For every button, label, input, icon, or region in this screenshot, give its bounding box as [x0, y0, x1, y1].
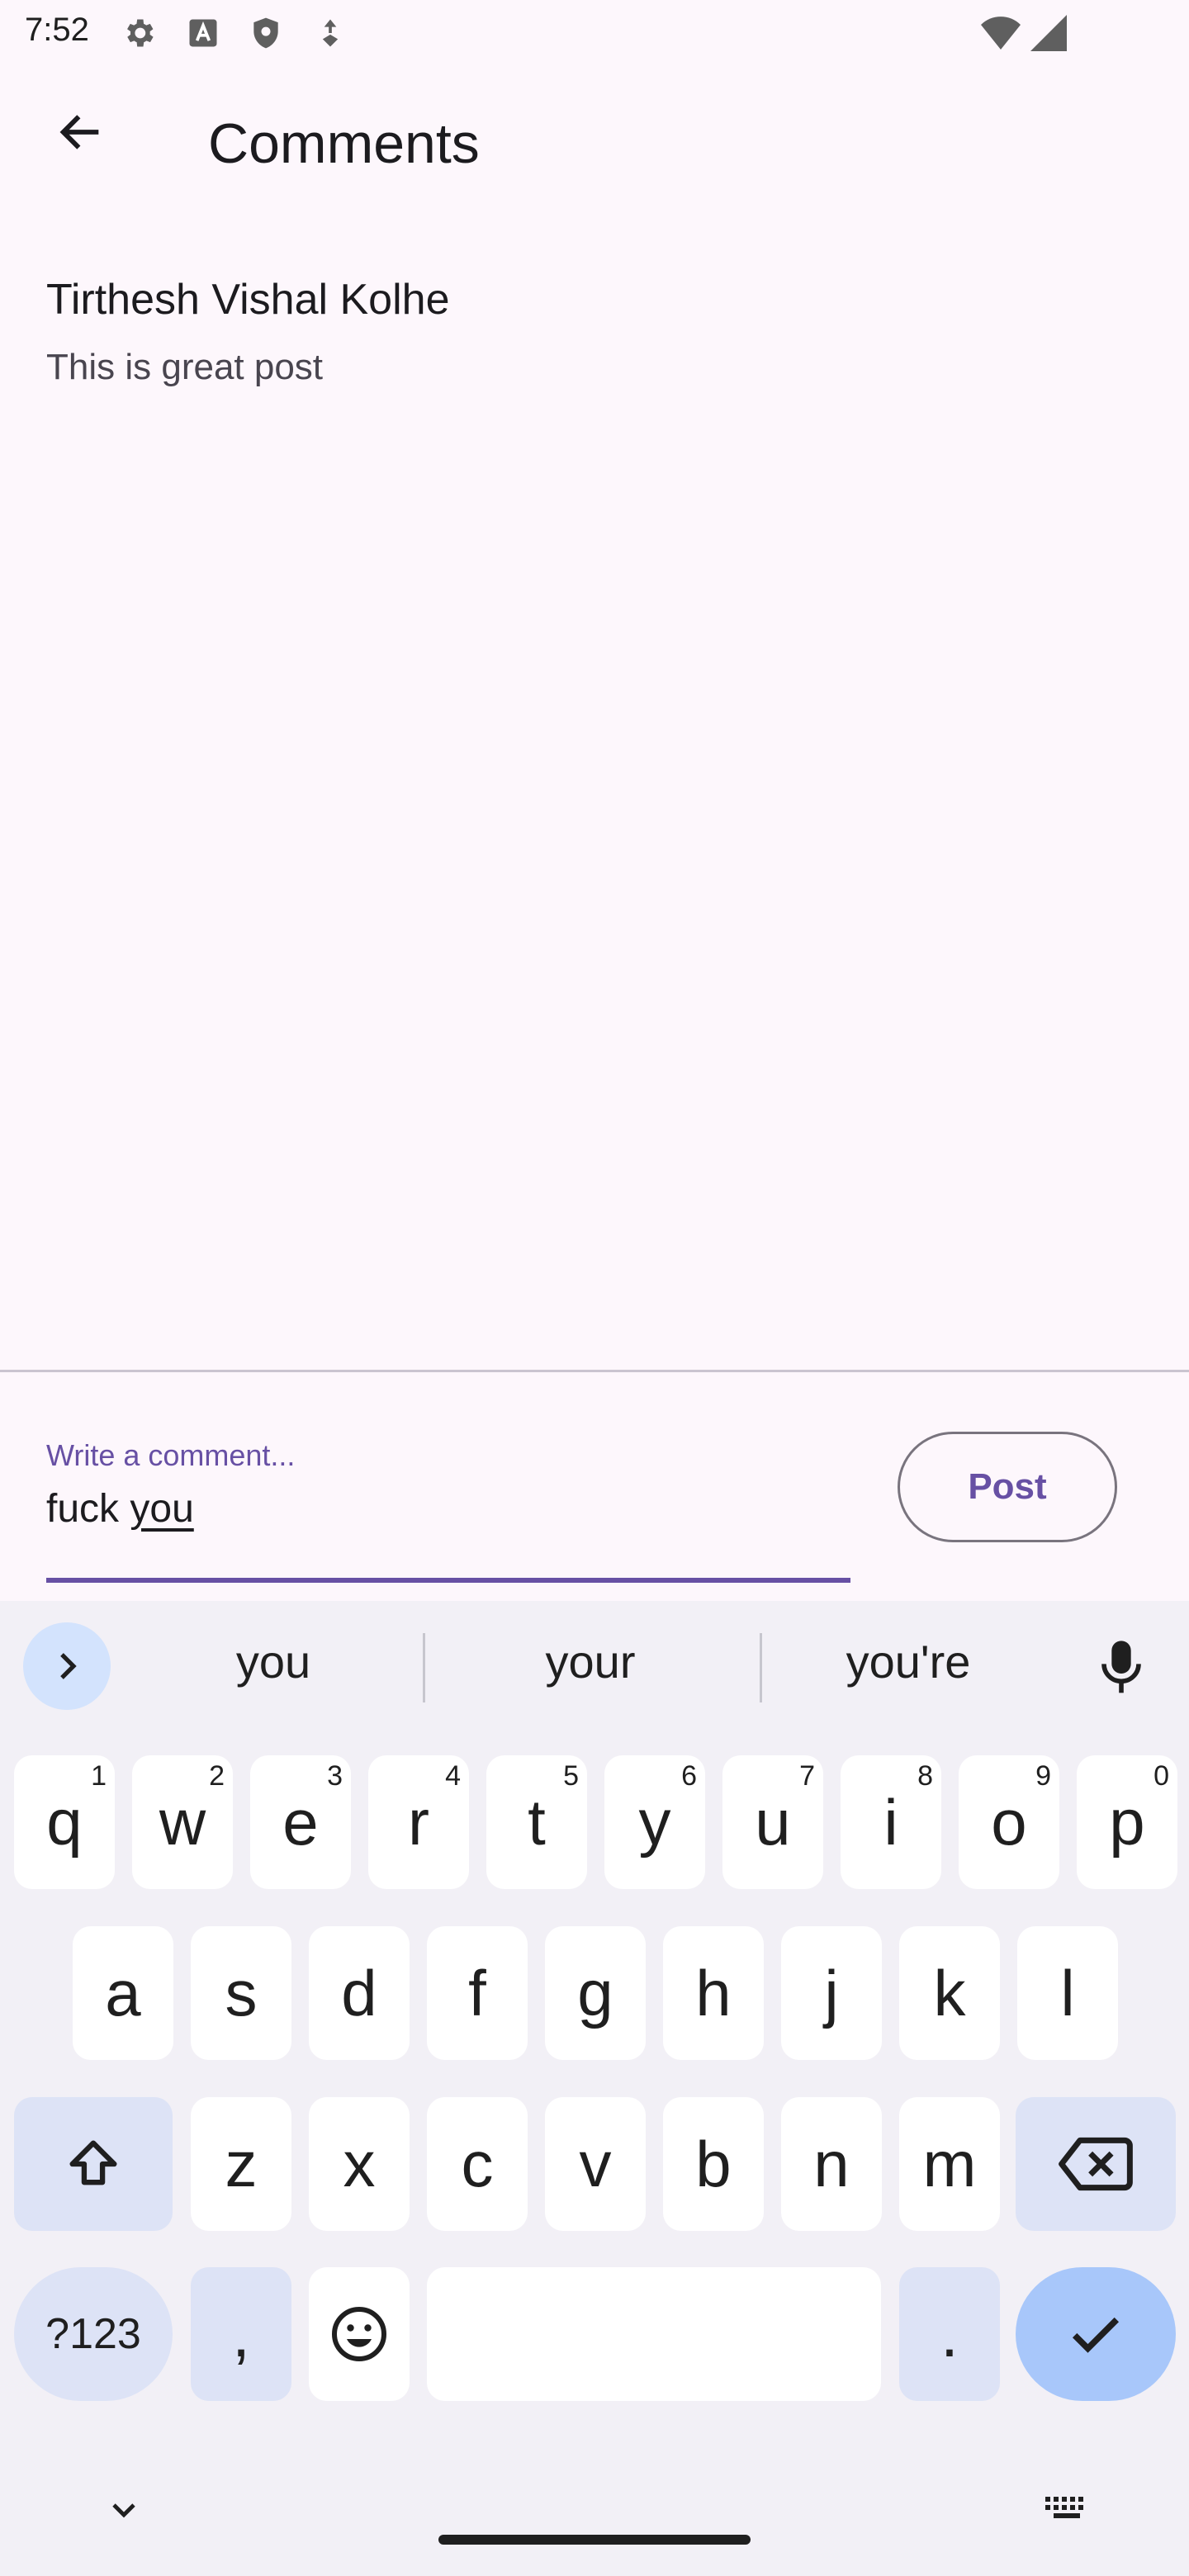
comment-field-label: Write a comment... — [46, 1438, 296, 1472]
key-z[interactable]: z — [191, 2097, 291, 2231]
key-g[interactable]: g — [545, 1926, 646, 2060]
key-h[interactable]: h — [663, 1926, 764, 2060]
key-e[interactable]: e3 — [250, 1755, 351, 1889]
emoji-key[interactable] — [309, 2267, 410, 2401]
signal-icon — [1030, 15, 1067, 51]
key-hint: 5 — [563, 1760, 579, 1792]
location-icon — [312, 15, 348, 51]
key-c[interactable]: c — [427, 2097, 528, 2231]
keyboard-switch-button[interactable] — [1042, 2485, 1092, 2535]
key-m[interactable]: m — [899, 2097, 1000, 2231]
emoji-icon — [332, 2307, 386, 2361]
key-s[interactable]: s — [191, 1926, 291, 2060]
a-icon — [185, 15, 221, 51]
check-icon — [1072, 2317, 1120, 2353]
key-v[interactable]: v — [545, 2097, 646, 2231]
key-o[interactable]: o9 — [959, 1755, 1059, 1889]
status-time: 7:52 — [25, 12, 89, 48]
key-label: t — [528, 1785, 546, 1859]
key-hint: 6 — [681, 1760, 697, 1792]
comment-input-composing: you — [130, 1487, 194, 1531]
status-bar: 7:52 — [0, 0, 1189, 69]
comment-author: Tirthesh Vishal Kolhe — [46, 276, 450, 324]
chevron-down-icon — [112, 2503, 135, 2518]
comma-key[interactable]: , — [191, 2267, 291, 2401]
key-b[interactable]: b — [663, 2097, 764, 2231]
suggestion-divider — [423, 1633, 425, 1702]
key-label: i — [883, 1785, 898, 1859]
suggestion-1[interactable]: you — [162, 1635, 385, 1688]
key-u[interactable]: u7 — [722, 1755, 823, 1889]
key-label: y — [638, 1785, 671, 1859]
key-label: e — [282, 1785, 319, 1859]
keyboard — [0, 1601, 1189, 2576]
wifi-icon — [981, 15, 1021, 51]
key-f[interactable]: f — [427, 1926, 528, 2060]
key-i[interactable]: i8 — [841, 1755, 941, 1889]
key-hint: 8 — [917, 1760, 933, 1792]
key-hint: 1 — [91, 1760, 107, 1792]
space-key[interactable] — [427, 2267, 881, 2401]
microphone-icon — [1101, 1641, 1141, 1693]
key-label: o — [991, 1785, 1027, 1859]
comment-input[interactable]: fuck you — [46, 1486, 194, 1532]
key-label: w — [159, 1785, 206, 1859]
input-underline — [46, 1578, 850, 1583]
key-hint: 0 — [1153, 1760, 1169, 1792]
key-w[interactable]: w2 — [132, 1755, 233, 1889]
key-hint: 4 — [445, 1760, 461, 1792]
suggestion-2[interactable]: your — [479, 1635, 702, 1688]
backspace-key[interactable] — [1016, 2097, 1176, 2231]
shield-icon — [248, 15, 284, 51]
suggestion-3[interactable]: you're — [797, 1635, 1020, 1688]
key-q[interactable]: q1 — [14, 1755, 115, 1889]
shift-key[interactable] — [14, 2097, 173, 2231]
key-a[interactable]: a — [73, 1926, 173, 2060]
arrow-back-icon — [59, 115, 99, 149]
key-hint: 3 — [327, 1760, 343, 1792]
comment-list — [0, 231, 1189, 1370]
key-d[interactable]: d — [309, 1926, 410, 2060]
settings-icon — [121, 15, 157, 51]
key-hint: 7 — [799, 1760, 815, 1792]
key-p[interactable]: p0 — [1077, 1755, 1177, 1889]
keyboard-icon — [1045, 2497, 1083, 2518]
page-title: Comments — [208, 112, 480, 175]
comment-text: This is great post — [46, 347, 324, 387]
suggestion-divider — [760, 1633, 762, 1702]
key-k[interactable]: k — [899, 1926, 1000, 2060]
key-x[interactable]: x — [309, 2097, 410, 2231]
key-y[interactable]: y6 — [604, 1755, 705, 1889]
key-label: u — [755, 1785, 791, 1859]
app-bar — [0, 69, 1189, 231]
key-l[interactable]: l — [1017, 1926, 1118, 2060]
key-hint: 9 — [1035, 1760, 1051, 1792]
hide-keyboard-button[interactable] — [99, 2485, 149, 2535]
suggestions-expand-button[interactable] — [23, 1622, 111, 1710]
backspace-icon — [1059, 2137, 1133, 2191]
key-j[interactable]: j — [781, 1926, 882, 2060]
key-label: r — [408, 1785, 429, 1859]
symbols-key[interactable]: ?123 — [14, 2267, 173, 2401]
enter-key[interactable] — [1016, 2267, 1176, 2401]
key-label: p — [1109, 1785, 1145, 1859]
voice-input-button[interactable] — [1088, 1631, 1154, 1705]
key-hint: 2 — [209, 1760, 225, 1792]
key-r[interactable]: r4 — [368, 1755, 469, 1889]
chevron-right-icon — [60, 1653, 77, 1679]
back-button[interactable] — [31, 83, 130, 182]
key-n[interactable]: n — [781, 2097, 882, 2231]
post-button[interactable]: Post — [898, 1432, 1117, 1542]
comment-input-text: fuck — [46, 1487, 130, 1531]
shift-icon — [69, 2140, 117, 2185]
key-t[interactable]: t5 — [486, 1755, 587, 1889]
period-key[interactable]: . — [899, 2267, 1000, 2401]
key-label: q — [46, 1785, 83, 1859]
home-handle[interactable] — [438, 2535, 751, 2545]
